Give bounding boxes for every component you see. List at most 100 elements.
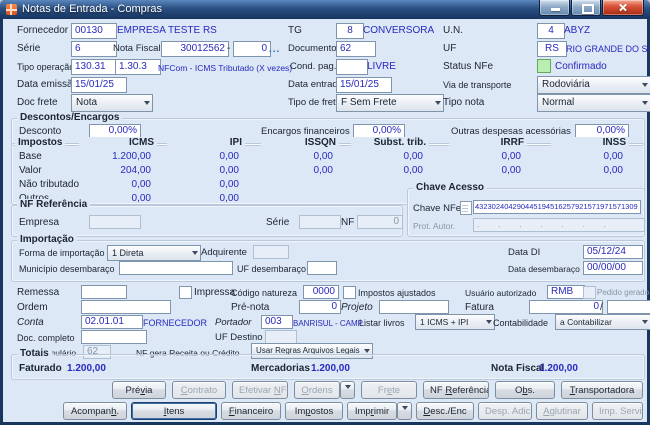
tipo-operacao-field1[interactable]: 130.31 bbox=[71, 59, 117, 75]
fornecedor-name: EMPRESA TESTE RS bbox=[117, 25, 217, 37]
un-field[interactable]: 4 bbox=[537, 23, 565, 39]
valor-irrf: 0,00 bbox=[449, 165, 521, 177]
fornecedor-field[interactable]: 00130 bbox=[71, 23, 117, 39]
portador-field[interactable]: 003 bbox=[261, 315, 293, 329]
doc-completo-field[interactable] bbox=[81, 330, 147, 344]
imprimir-dropdown-button[interactable] bbox=[397, 402, 412, 420]
efetivar-nf-button: Efetivar NF bbox=[232, 381, 288, 399]
impostos-col-issqn: ISSQN bbox=[261, 137, 339, 149]
forma-importacao-select[interactable]: 1 Direta bbox=[107, 245, 201, 261]
data-di-field[interactable]: 05/12/24 bbox=[583, 245, 643, 259]
documento-field[interactable]: 62 bbox=[336, 41, 376, 57]
button-label-part: glutinar bbox=[550, 406, 581, 417]
acompanh-button[interactable]: Acompanh. bbox=[63, 402, 127, 420]
fornecedor-label: Fornecedor bbox=[17, 25, 68, 37]
uf-field[interactable]: RS bbox=[537, 41, 567, 57]
button-label-part: Im bbox=[295, 406, 306, 417]
outras-despesas-field[interactable]: 0,00% bbox=[575, 124, 629, 138]
title-bar[interactable]: Notas de Entrada - Compras bbox=[0, 0, 650, 19]
frete-button: Frete bbox=[361, 381, 417, 399]
nf-referencia-button[interactable]: NF Referência bbox=[423, 381, 489, 399]
impostos-row-nao-tributado-label: Não tributado bbox=[19, 179, 79, 191]
nao-tributado-ipi: 0,00 bbox=[167, 179, 239, 191]
prot-autor-field: . . . . . . . bbox=[473, 218, 645, 232]
data-emissao-label: Data emissão bbox=[17, 79, 78, 91]
minimize-button[interactable] bbox=[539, 0, 570, 16]
tg-field[interactable]: 8 bbox=[336, 23, 364, 39]
tipo-operacao-field2[interactable]: 1.30.3 bbox=[115, 59, 161, 75]
nf-ref-empresa-label: Empresa bbox=[19, 217, 59, 229]
nota-fiscal-more-button[interactable]: ... bbox=[269, 44, 280, 56]
projeto-field[interactable] bbox=[379, 300, 449, 314]
un-name: ABYZ bbox=[564, 25, 590, 37]
nf-ref-serie-label: Série bbox=[266, 217, 289, 229]
aglutinar-button: Aglutinar bbox=[536, 402, 588, 420]
importacao-title: Importação bbox=[17, 234, 77, 246]
encargos-field[interactable]: 0,00% bbox=[353, 124, 405, 138]
conta-field[interactable]: 02.01.01 bbox=[81, 315, 143, 329]
municipio-desembaraco-field[interactable] bbox=[119, 261, 233, 275]
contabilidade-label: Contabilidade bbox=[493, 317, 548, 329]
transportadora-button[interactable]: Transportadora bbox=[561, 381, 643, 399]
financeiro-button[interactable]: Financeiro bbox=[221, 402, 281, 420]
close-icon bbox=[618, 3, 628, 12]
codigo-natureza-label: Código natureza bbox=[231, 287, 297, 299]
impostos-ajustados-checkbox[interactable] bbox=[343, 286, 356, 299]
doc-frete-select[interactable]: Nota bbox=[71, 94, 153, 112]
usuario-autorizado-field[interactable]: RMB bbox=[547, 285, 585, 299]
remessa-field[interactable] bbox=[81, 285, 127, 299]
via-transporte-label: Via de transporte bbox=[443, 79, 511, 91]
desconto-field[interactable]: 0,00% bbox=[89, 124, 141, 138]
pedido-gerado-checkbox bbox=[583, 286, 596, 299]
obs-button[interactable]: Obs. bbox=[495, 381, 555, 399]
ordem-label: Ordem bbox=[17, 302, 48, 314]
base-issqn: 0,00 bbox=[261, 151, 333, 163]
contrato-button: Contrato bbox=[172, 381, 226, 399]
data-emissao-field[interactable]: 15/01/25 bbox=[71, 77, 127, 93]
imprimir-button[interactable]: Imprimir bbox=[347, 402, 397, 420]
nota-fiscal-total-value: 1.200,00 bbox=[539, 363, 578, 375]
maximize-button[interactable] bbox=[571, 0, 601, 16]
nf-ref-nf-field: 0 bbox=[357, 215, 403, 229]
data-desembaraco-field[interactable]: 00/00/00 bbox=[583, 261, 643, 275]
doc-frete-value: Nota bbox=[76, 96, 144, 110]
fatura-field2[interactable] bbox=[607, 300, 650, 314]
impressa-checkbox[interactable] bbox=[179, 286, 192, 299]
button-label-part: . bbox=[116, 406, 119, 417]
nota-fiscal-field2[interactable]: 0 bbox=[233, 41, 271, 57]
fatura-field[interactable]: 0 bbox=[529, 300, 603, 314]
document-icon[interactable] bbox=[460, 201, 472, 215]
close-button[interactable] bbox=[602, 0, 644, 16]
conta-desc: FORNECEDOR bbox=[143, 317, 207, 329]
pre-nota-field[interactable]: 0 bbox=[299, 300, 341, 314]
status-confirmed-box bbox=[537, 59, 551, 73]
tipo-operacao-label: Tipo operação bbox=[17, 61, 74, 73]
cond-pag-field[interactable] bbox=[336, 59, 368, 75]
prot-autor-label: Prot. Autor. bbox=[413, 220, 455, 232]
chevron-down-icon bbox=[486, 320, 492, 327]
impostos-button[interactable]: Impostos bbox=[285, 402, 343, 420]
data-entrada-field[interactable]: 15/01/25 bbox=[336, 77, 392, 93]
previa-button[interactable]: Prévia bbox=[112, 381, 166, 399]
valor-issqn: 0,00 bbox=[261, 165, 333, 177]
nota-fiscal-total-label: Nota Fiscal bbox=[491, 363, 544, 375]
contabilidade-select[interactable]: a Contabilizar bbox=[555, 314, 650, 330]
nf-ref-serie-field bbox=[299, 215, 341, 229]
button-label-part: Imp bbox=[355, 406, 371, 417]
button-label-part: esc./Enc bbox=[430, 406, 466, 417]
tipo-nota-select[interactable]: Normal bbox=[537, 94, 650, 112]
listar-livros-select[interactable]: 1 ICMS + IPI bbox=[415, 314, 495, 330]
nota-fiscal-field[interactable]: 30012562 bbox=[161, 41, 229, 57]
itens-button[interactable]: Itens bbox=[131, 402, 217, 420]
totais-title: Totais bbox=[17, 348, 52, 360]
uf-desembaraco-field[interactable] bbox=[307, 261, 337, 275]
tipo-frete-select[interactable]: F Sem Frete bbox=[336, 94, 444, 112]
chave-nfe-field[interactable]: 432302404290445194516257921571971571309 bbox=[473, 200, 641, 214]
serie-field[interactable]: 6 bbox=[71, 41, 117, 57]
ordens-dropdown-button[interactable] bbox=[340, 381, 355, 399]
via-transporte-select[interactable]: Rodoviária bbox=[537, 76, 650, 94]
ordem-field[interactable] bbox=[81, 300, 171, 314]
codigo-natureza-field[interactable]: 0000 bbox=[303, 285, 339, 299]
button-label-part: inanceiro bbox=[235, 406, 274, 417]
desc-enc-button[interactable]: Desc./Enc bbox=[416, 402, 474, 420]
